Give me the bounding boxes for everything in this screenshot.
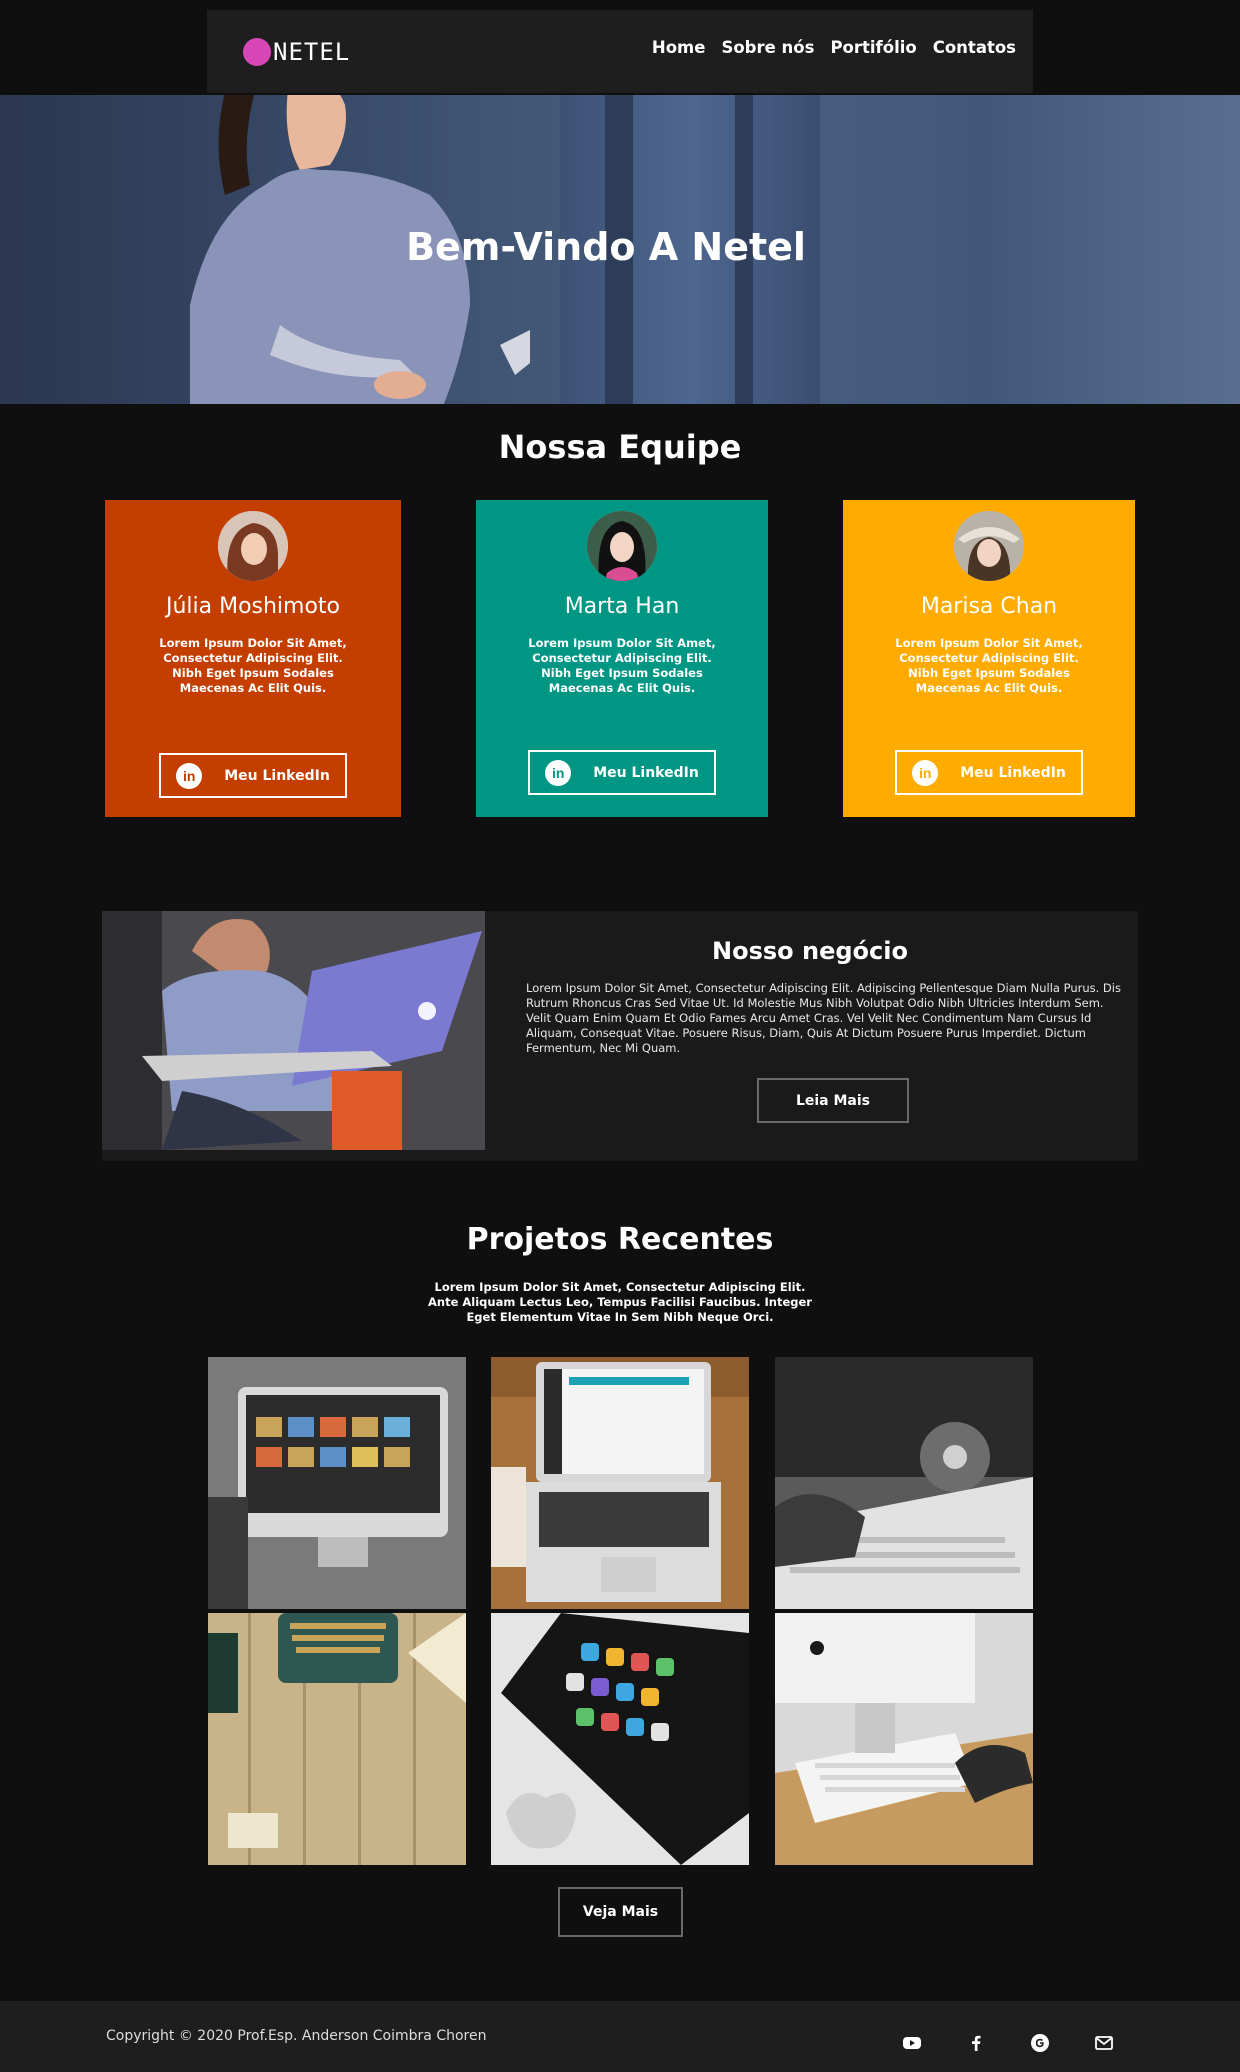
- nav-home[interactable]: Home: [652, 38, 706, 57]
- mail-icon[interactable]: [1094, 2033, 1114, 2053]
- youtube-icon[interactable]: [902, 2033, 922, 2053]
- logo-dot-icon: [243, 38, 271, 66]
- project-tile[interactable]: [208, 1357, 466, 1609]
- member-bio: Lorem Ipsum Dolor Sit Amet, Consectetur …: [159, 636, 347, 695]
- linkedin-button[interactable]: in Meu LinkedIn: [159, 753, 347, 798]
- business-text: Lorem Ipsum Dolor Sit Amet, Consectetur …: [526, 981, 1121, 1055]
- social-links: [902, 2033, 1114, 2053]
- linkedin-button[interactable]: in Meu LinkedIn: [528, 750, 716, 795]
- team-card: Marisa Chan Lorem Ipsum Dolor Sit Amet, …: [843, 500, 1135, 817]
- project-tile[interactable]: [491, 1357, 749, 1609]
- copyright-text: Copyright © 2020 Prof.Esp. Anderson Coim…: [106, 2028, 487, 2044]
- member-name: Marta Han: [564, 594, 680, 619]
- nav-sobre-nos[interactable]: Sobre nós: [721, 38, 814, 57]
- hero-title: Bem-Vindo A Netel: [406, 225, 806, 269]
- project-tile[interactable]: [775, 1613, 1033, 1865]
- project-tile[interactable]: [491, 1613, 749, 1865]
- team-section-title: Nossa Equipe: [498, 428, 742, 466]
- logo[interactable]: NETEL: [243, 38, 350, 66]
- main-nav: Home Sobre nós Portifólio Contatos: [652, 38, 1016, 57]
- read-more-button[interactable]: Leia Mais: [757, 1078, 909, 1123]
- linkedin-button-label: Meu LinkedIn: [593, 764, 699, 781]
- business-title: Nosso negócio: [712, 937, 908, 965]
- member-bio: Lorem Ipsum Dolor Sit Amet, Consectetur …: [528, 636, 716, 695]
- nav-contatos[interactable]: Contatos: [933, 38, 1016, 57]
- avatar: [218, 511, 288, 581]
- facebook-icon[interactable]: [966, 2033, 986, 2053]
- hero-banner: Bem-Vindo A Netel: [0, 95, 1240, 404]
- avatar: [587, 511, 657, 581]
- project-tile[interactable]: [208, 1613, 466, 1865]
- logo-text: NETEL: [273, 38, 351, 66]
- linkedin-icon: in: [176, 762, 203, 789]
- linkedin-icon: in: [912, 759, 939, 786]
- nav-portifolio[interactable]: Portifólio: [830, 38, 916, 57]
- team-card: Júlia Moshimoto Lorem Ipsum Dolor Sit Am…: [105, 500, 401, 817]
- projects-subtitle: Lorem Ipsum Dolor Sit Amet, Consectetur …: [428, 1280, 812, 1324]
- linkedin-button-label: Meu LinkedIn: [224, 767, 330, 784]
- avatar: [954, 511, 1024, 581]
- member-name: Marisa Chan: [920, 594, 1058, 619]
- linkedin-icon: in: [545, 759, 572, 786]
- see-more-button[interactable]: Veja Mais: [558, 1887, 683, 1937]
- footer: Copyright © 2020 Prof.Esp. Anderson Coim…: [0, 2001, 1240, 2072]
- linkedin-button[interactable]: in Meu LinkedIn: [895, 750, 1083, 795]
- business-section: Nosso negócio Lorem Ipsum Dolor Sit Amet…: [102, 911, 1138, 1161]
- member-bio: Lorem Ipsum Dolor Sit Amet, Consectetur …: [895, 636, 1083, 695]
- team-card: Marta Han Lorem Ipsum Dolor Sit Amet, Co…: [476, 500, 768, 817]
- navbar: NETEL Home Sobre nós Portifólio Contatos: [207, 10, 1033, 93]
- projects-section-title: Projetos Recentes: [466, 1222, 774, 1257]
- google-icon[interactable]: [1030, 2033, 1050, 2053]
- header: NETEL Home Sobre nós Portifólio Contatos: [0, 0, 1240, 95]
- business-image: [102, 911, 485, 1150]
- member-name: Júlia Moshimoto: [165, 594, 341, 619]
- linkedin-button-label: Meu LinkedIn: [960, 764, 1066, 781]
- project-tile[interactable]: [775, 1357, 1033, 1609]
